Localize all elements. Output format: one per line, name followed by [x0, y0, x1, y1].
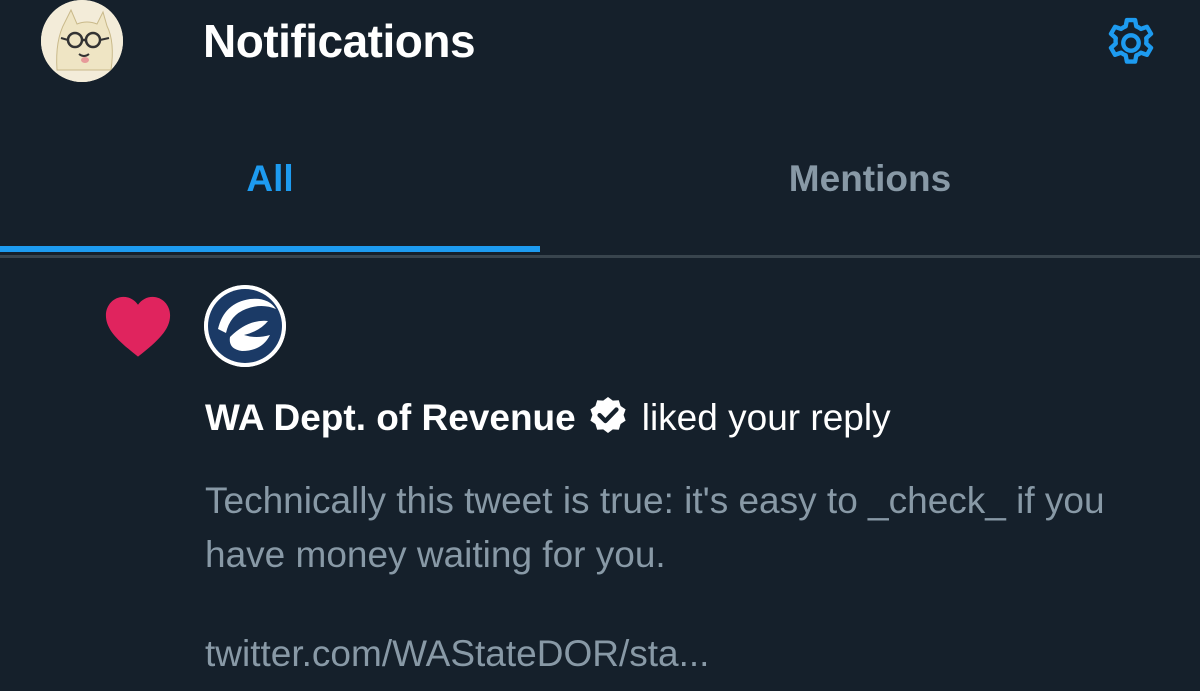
org-name[interactable]: WA Dept. of Revenue	[205, 397, 576, 439]
page-title: Notifications	[203, 15, 476, 67]
org-avatar[interactable]	[204, 285, 286, 367]
cartoon-cat-avatar-icon	[41, 0, 123, 82]
tab-all-label: All	[246, 158, 294, 199]
heart-icon	[105, 296, 171, 357]
tab-mentions-label: Mentions	[788, 158, 952, 199]
settings-button[interactable]	[1102, 14, 1160, 72]
profile-avatar[interactable]	[41, 0, 123, 82]
wa-revenue-logo-icon	[204, 285, 286, 367]
gear-icon	[1108, 17, 1154, 64]
tab-divider	[0, 255, 1200, 258]
tab-all[interactable]: All	[0, 120, 570, 254]
top-bar: Notifications	[0, 0, 1200, 84]
tab-mentions[interactable]: Mentions	[570, 120, 1170, 254]
notification-headline: WA Dept. of Revenue liked your reply	[205, 394, 891, 442]
tab-bar: All Mentions	[0, 120, 1200, 260]
tweet-text: Technically this tweet is true: it's eas…	[205, 480, 1105, 575]
notification-action: liked your reply	[641, 397, 891, 438]
active-tab-indicator	[0, 246, 540, 252]
tweet-link[interactable]: twitter.com/WAStateDOR/sta...	[205, 633, 709, 675]
verified-badge-icon	[590, 397, 626, 433]
